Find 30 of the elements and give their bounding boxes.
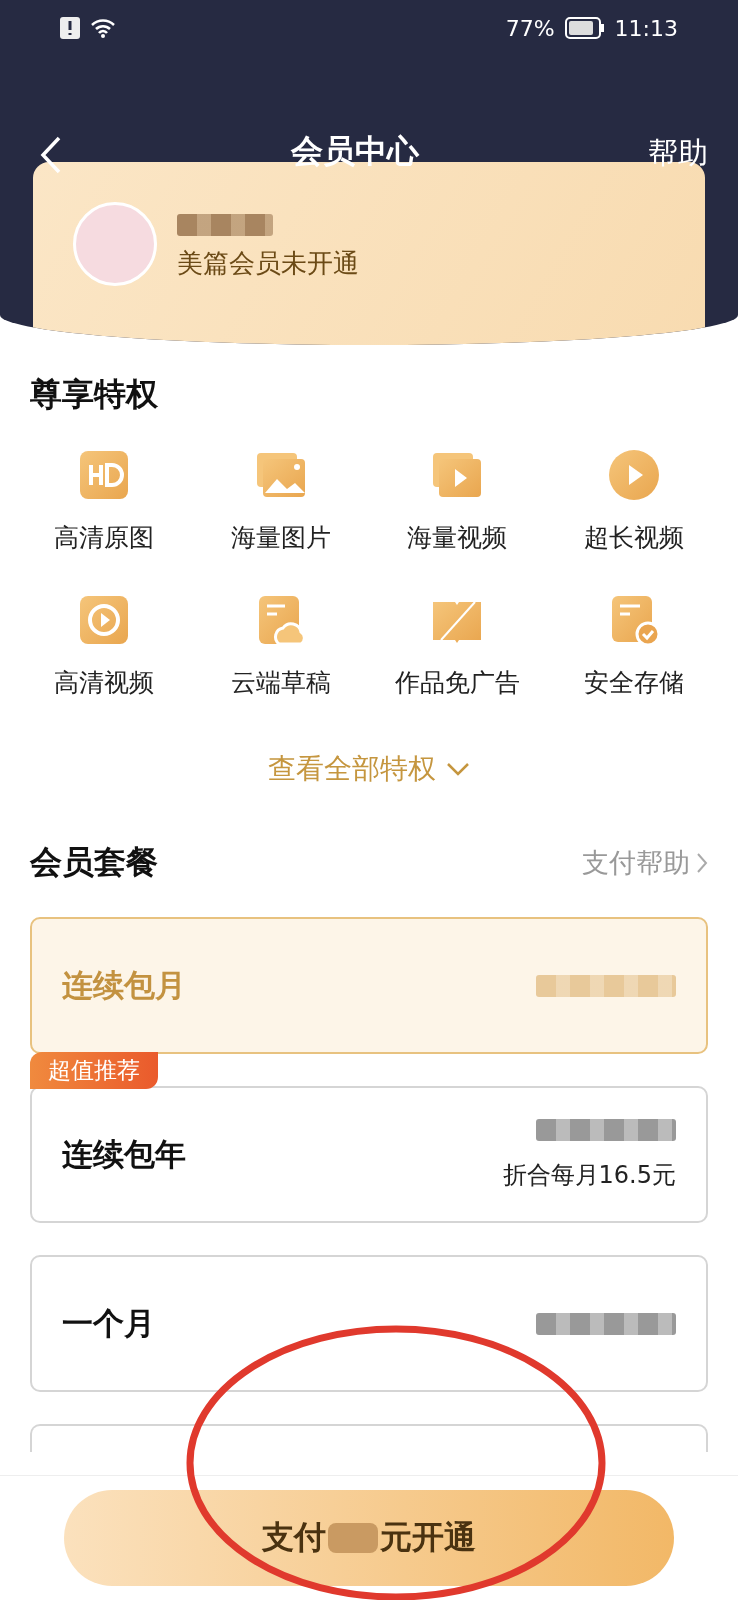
recommend-badge: 超值推荐: [30, 1052, 158, 1089]
section-title: 尊享特权: [30, 374, 158, 415]
page-title: 会员中心: [290, 131, 420, 172]
chevron-down-icon: [446, 762, 470, 776]
wifi-icon: [90, 17, 116, 39]
help-link[interactable]: 帮助: [648, 133, 708, 174]
battery-icon: [564, 17, 605, 39]
chevron-right-icon: [696, 852, 708, 874]
back-icon[interactable]: [40, 136, 62, 174]
privilege-label: 高清原图: [54, 522, 155, 554]
privilege-label: 高清视频: [54, 667, 155, 699]
privilege-label: 安全存储: [583, 667, 684, 699]
privilege-label: 海量图片: [230, 522, 331, 554]
pay-button[interactable]: 支付 元开通: [64, 1490, 674, 1586]
privilege-label: 作品免广告: [394, 667, 520, 699]
plan-card[interactable]: 连续包年 折合每月16.5元: [30, 1086, 708, 1223]
plan-name: 一个月: [62, 1303, 155, 1343]
membership-status: 美篇会员未开通: [177, 247, 359, 280]
plan-name: 连续包年: [62, 1134, 186, 1174]
clock-time: 11:13: [614, 15, 678, 41]
privilege-label: 超长视频: [583, 522, 684, 554]
section-title: 会员套餐: [30, 842, 158, 883]
plan-card[interactable]: 一个月: [30, 1255, 708, 1392]
privilege-label: 云端草稿: [230, 667, 331, 699]
alert-icon: [60, 17, 80, 39]
battery-percent: 77%: [505, 15, 555, 41]
privilege-label: 海量视频: [407, 522, 508, 554]
plan-card[interactable]: [30, 1424, 708, 1452]
plan-name: 连续包月: [62, 965, 186, 1005]
plan-note: 折合每月16.5元: [502, 1159, 676, 1191]
